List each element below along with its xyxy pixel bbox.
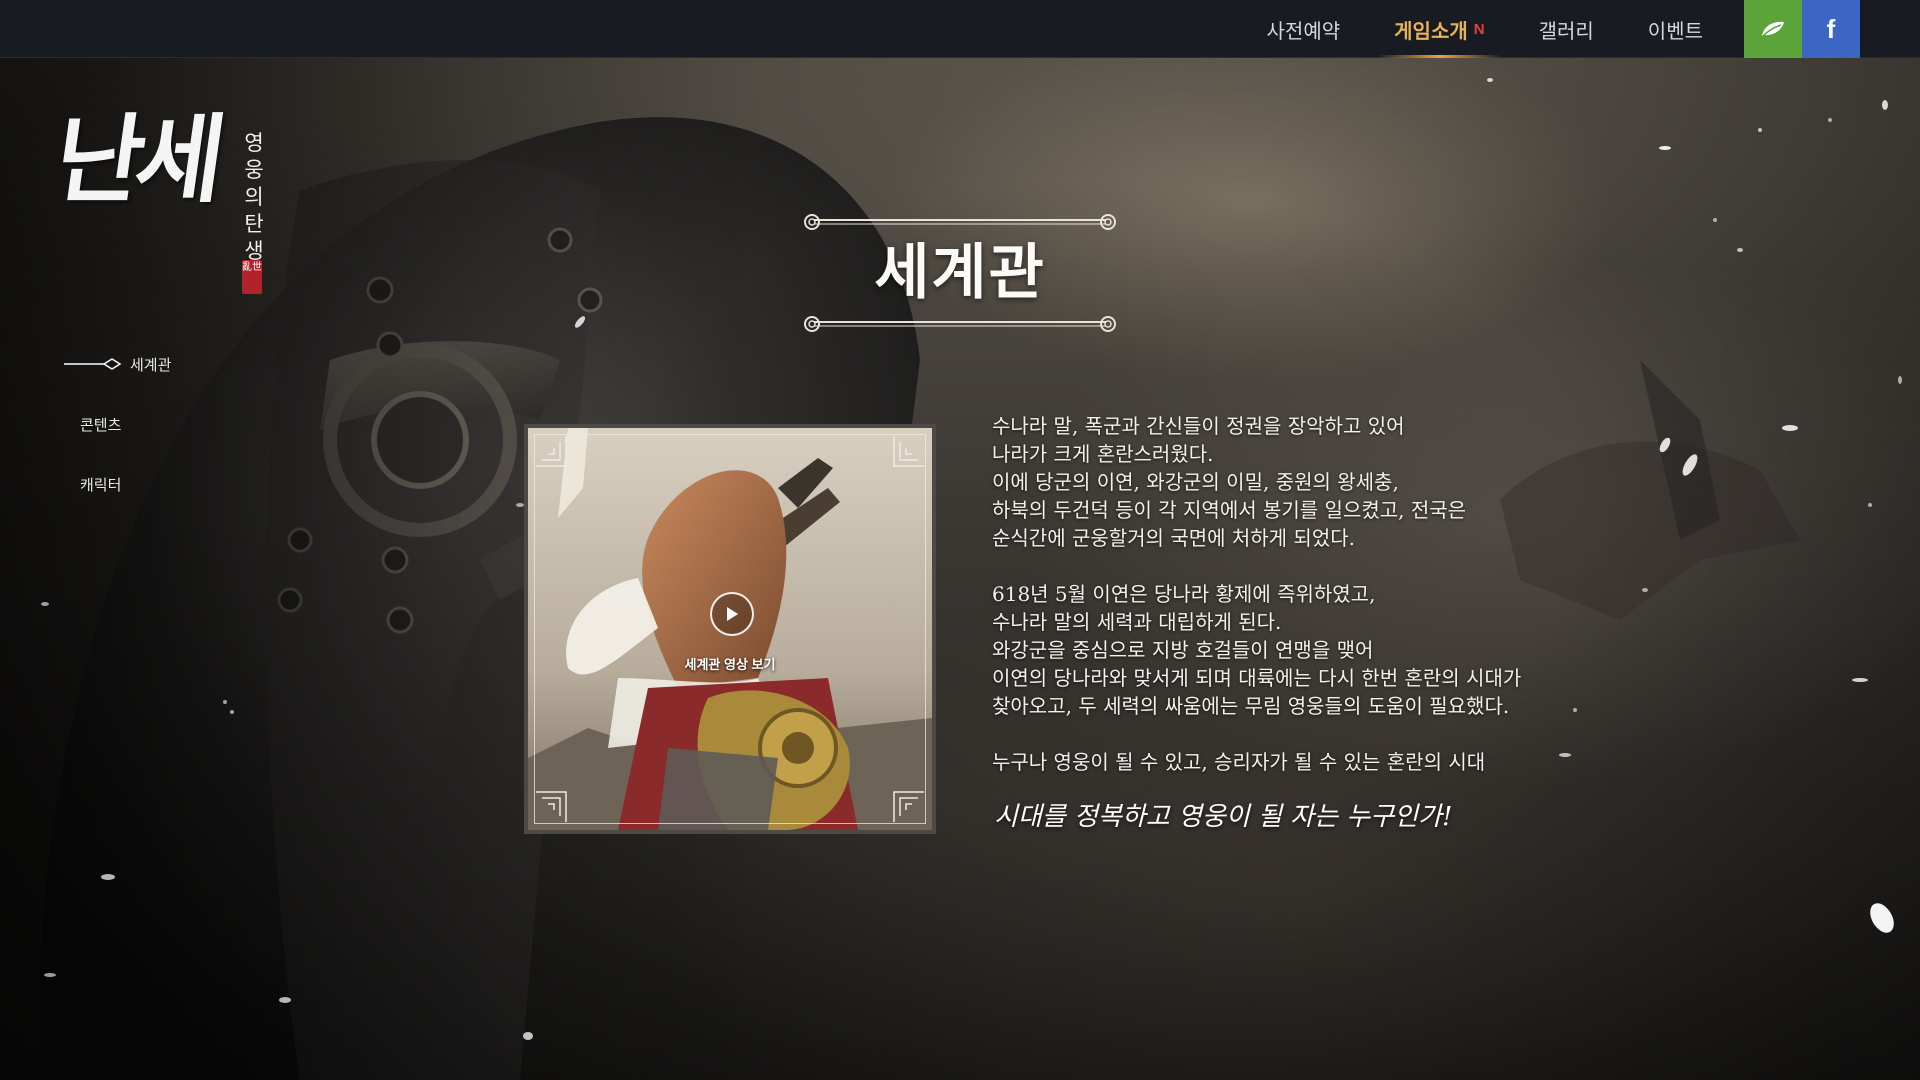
nav-item-label: 게임소개: [1394, 20, 1468, 43]
side-item-label: 세계관: [130, 356, 172, 374]
story-line: 618년 5월 이연은 당나라 황제에 즉위하였고,: [992, 582, 1376, 606]
page-title-block: 세계관: [796, 212, 1124, 338]
social-links: f: [1744, 0, 1860, 58]
leaf-icon: [1762, 21, 1784, 37]
worldview-story: 수나라 말, 폭군과 간신들이 정권을 장악하고 있어 나라가 크게 혼란스러웠…: [992, 412, 1652, 804]
nav-item-event[interactable]: 이벤트: [1621, 0, 1730, 58]
story-line: 수나라 말의 세력과 대립하게 된다.: [992, 610, 1282, 634]
play-icon: [727, 607, 738, 621]
story-paragraph: 618년 5월 이연은 당나라 황제에 즉위하였고, 수나라 말의 세력과 대립…: [992, 580, 1652, 720]
story-line: 와강군을 중심으로 지방 호걸들이 연맹을 맺어: [992, 638, 1374, 662]
logo-subtitle: 영웅의탄생: [244, 131, 264, 263]
play-button[interactable]: [710, 592, 754, 636]
frame-corner-icon: [536, 436, 567, 467]
story-line: 순식간에 군웅할거의 국면에 처하게 되었다.: [992, 526, 1355, 550]
side-item-label: 캐릭터: [80, 476, 122, 494]
nav-item-gallery[interactable]: 갤러리: [1512, 0, 1621, 58]
active-marker-icon: [64, 358, 122, 370]
side-item-worldview[interactable]: 세계관: [64, 334, 171, 394]
top-nav-bar: 사전예약 게임소개 N 갤러리 이벤트 f: [0, 0, 1920, 58]
story-paragraph: 수나라 말, 폭군과 간신들이 정권을 장악하고 있어 나라가 크게 혼란스러웠…: [992, 412, 1652, 552]
side-nav: 세계관 콘텐츠 캐릭터: [64, 334, 171, 514]
story-tagline: 시대를 정복하고 영웅이 될 자는 누구인가!: [994, 802, 1453, 832]
story-paragraph: 누구나 영웅이 될 수 있고, 승리자가 될 수 있는 혼란의 시대: [992, 748, 1652, 776]
facebook-icon: f: [1826, 13, 1836, 44]
nav-item-label: 사전예약: [1266, 20, 1341, 43]
nav-item-label: 이벤트: [1647, 20, 1703, 43]
nav-item-preregistration[interactable]: 사전예약: [1240, 0, 1368, 58]
logo-title: 난세: [48, 103, 225, 216]
story-line: 수나라 말, 폭군과 간신들이 정권을 장악하고 있어: [992, 414, 1405, 438]
page-title: 세계관: [874, 238, 1046, 308]
frame-corner-icon: [893, 791, 924, 822]
video-label: 세계관 영상 보기: [684, 657, 776, 672]
leaf-button[interactable]: [1744, 0, 1802, 58]
title-ornament-top: [804, 214, 1116, 230]
story-line: 나라가 크게 혼란스러웠다.: [992, 442, 1214, 466]
facebook-button[interactable]: f: [1802, 0, 1860, 58]
story-line: 누구나 영웅이 될 수 있고, 승리자가 될 수 있는 혼란의 시대: [992, 750, 1486, 774]
logo-seal: 亂世: [242, 260, 262, 294]
story-line: 하북의 두건덕 등이 각 지역에서 봉기를 일으켰고, 전국은: [992, 498, 1467, 522]
story-line: 이에 당군의 이연, 와강군의 이밀, 중원의 왕세충,: [992, 470, 1399, 494]
story-line: 이연의 당나라와 맞서게 되며 대륙에는 다시 한번 혼란의 시대가: [992, 666, 1522, 690]
nav-item-game-intro[interactable]: 게임소개 N: [1367, 0, 1511, 58]
worldview-video-thumbnail[interactable]: 세계관 영상 보기: [524, 424, 936, 834]
nav-item-label: 갤러리: [1538, 20, 1594, 43]
main-nav: 사전예약 게임소개 N 갤러리 이벤트: [1240, 0, 1730, 58]
side-item-contents[interactable]: 콘텐츠: [64, 394, 171, 454]
frame-corner-icon: [536, 791, 567, 822]
story-line: 찾아오고, 두 세력의 싸움에는 무림 영웅들의 도움이 필요했다.: [992, 694, 1510, 718]
new-badge: N: [1473, 20, 1485, 38]
game-logo[interactable]: 난세 영웅의탄생 亂世: [48, 103, 276, 302]
side-item-characters[interactable]: 캐릭터: [64, 454, 171, 514]
title-ornament-bottom: [804, 316, 1116, 332]
side-item-label: 콘텐츠: [80, 416, 122, 434]
frame-corner-icon: [893, 436, 924, 467]
